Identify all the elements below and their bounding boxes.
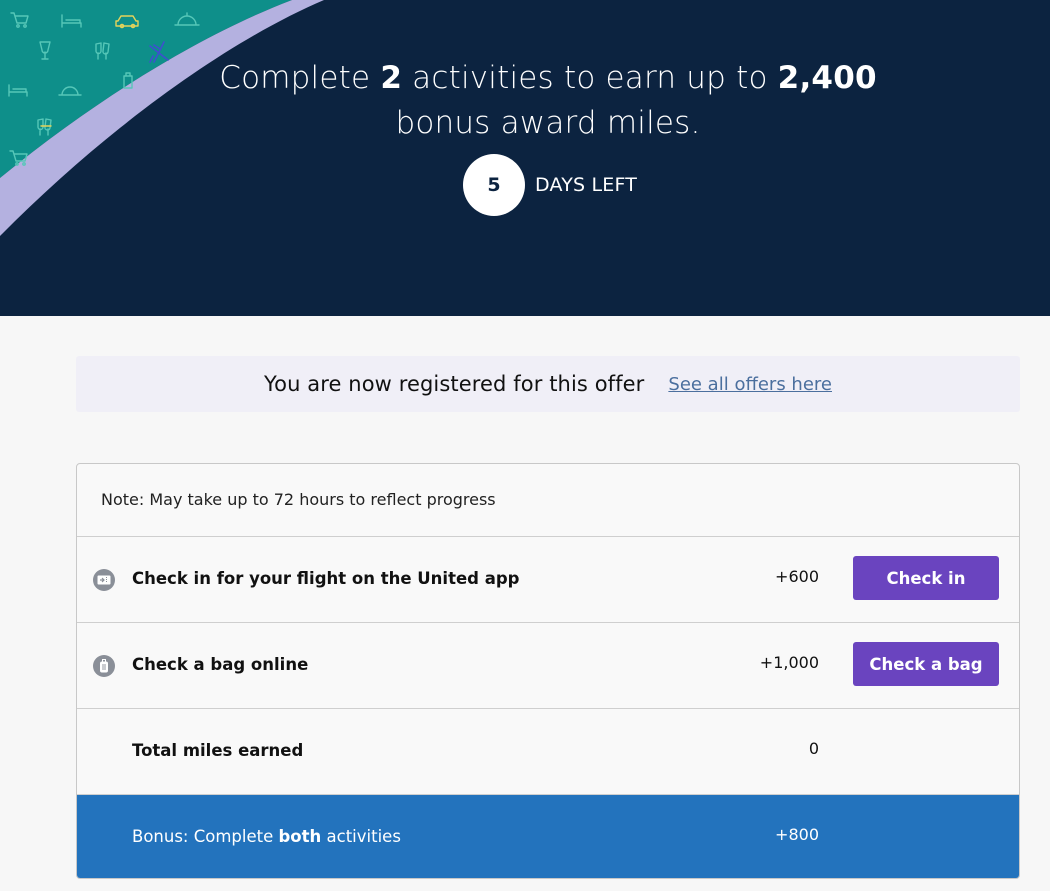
see-all-offers-link[interactable]: See all offers here <box>668 374 832 395</box>
progress-note: Note: May take up to 72 hours to reflect… <box>101 490 496 509</box>
bonus-miles: +800 <box>775 825 819 844</box>
activity-miles: +1,000 <box>759 653 819 672</box>
hero-banner: Complete 2 activities to earn up to 2,40… <box>0 0 1050 316</box>
bonus-row: Bonus: Complete both activities +800 <box>77 795 1019 878</box>
days-left-countdown: 5 DAYS LEFT <box>463 154 637 216</box>
bonus-label: Bonus: Complete both activities <box>132 827 401 846</box>
offer-activities-table: Note: May take up to 72 hours to reflect… <box>76 463 1020 879</box>
activity-row-check-in: Check in for your flight on the United a… <box>77 537 1019 623</box>
activity-label: Check in for your flight on the United a… <box>132 569 520 588</box>
offer-headline: Complete 2 activities to earn up to 2,40… <box>219 60 877 141</box>
registration-banner: You are now registered for this offer Se… <box>76 356 1020 412</box>
activity-count: 2 <box>380 60 403 96</box>
luggage-icon <box>93 655 115 677</box>
activity-miles: +600 <box>775 567 819 586</box>
boarding-pass-icon <box>93 569 115 591</box>
days-left-number: 5 <box>463 154 525 216</box>
check-a-bag-button[interactable]: Check a bag <box>853 642 999 686</box>
total-miles-row: Total miles earned 0 <box>77 709 1019 795</box>
progress-note-row: Note: May take up to 72 hours to reflect… <box>77 464 1019 537</box>
total-miles-label: Total miles earned <box>132 741 304 760</box>
days-left-label: DAYS LEFT <box>535 174 638 196</box>
registration-message: You are now registered for this offer <box>263 372 645 396</box>
activity-row-check-bag: Check a bag online +1,000 Check a bag <box>77 623 1019 709</box>
activity-label: Check a bag online <box>132 655 309 674</box>
bonus-miles-amount: 2,400 <box>777 60 877 96</box>
total-miles-value: 0 <box>808 739 819 758</box>
check-in-button[interactable]: Check in <box>853 556 999 600</box>
